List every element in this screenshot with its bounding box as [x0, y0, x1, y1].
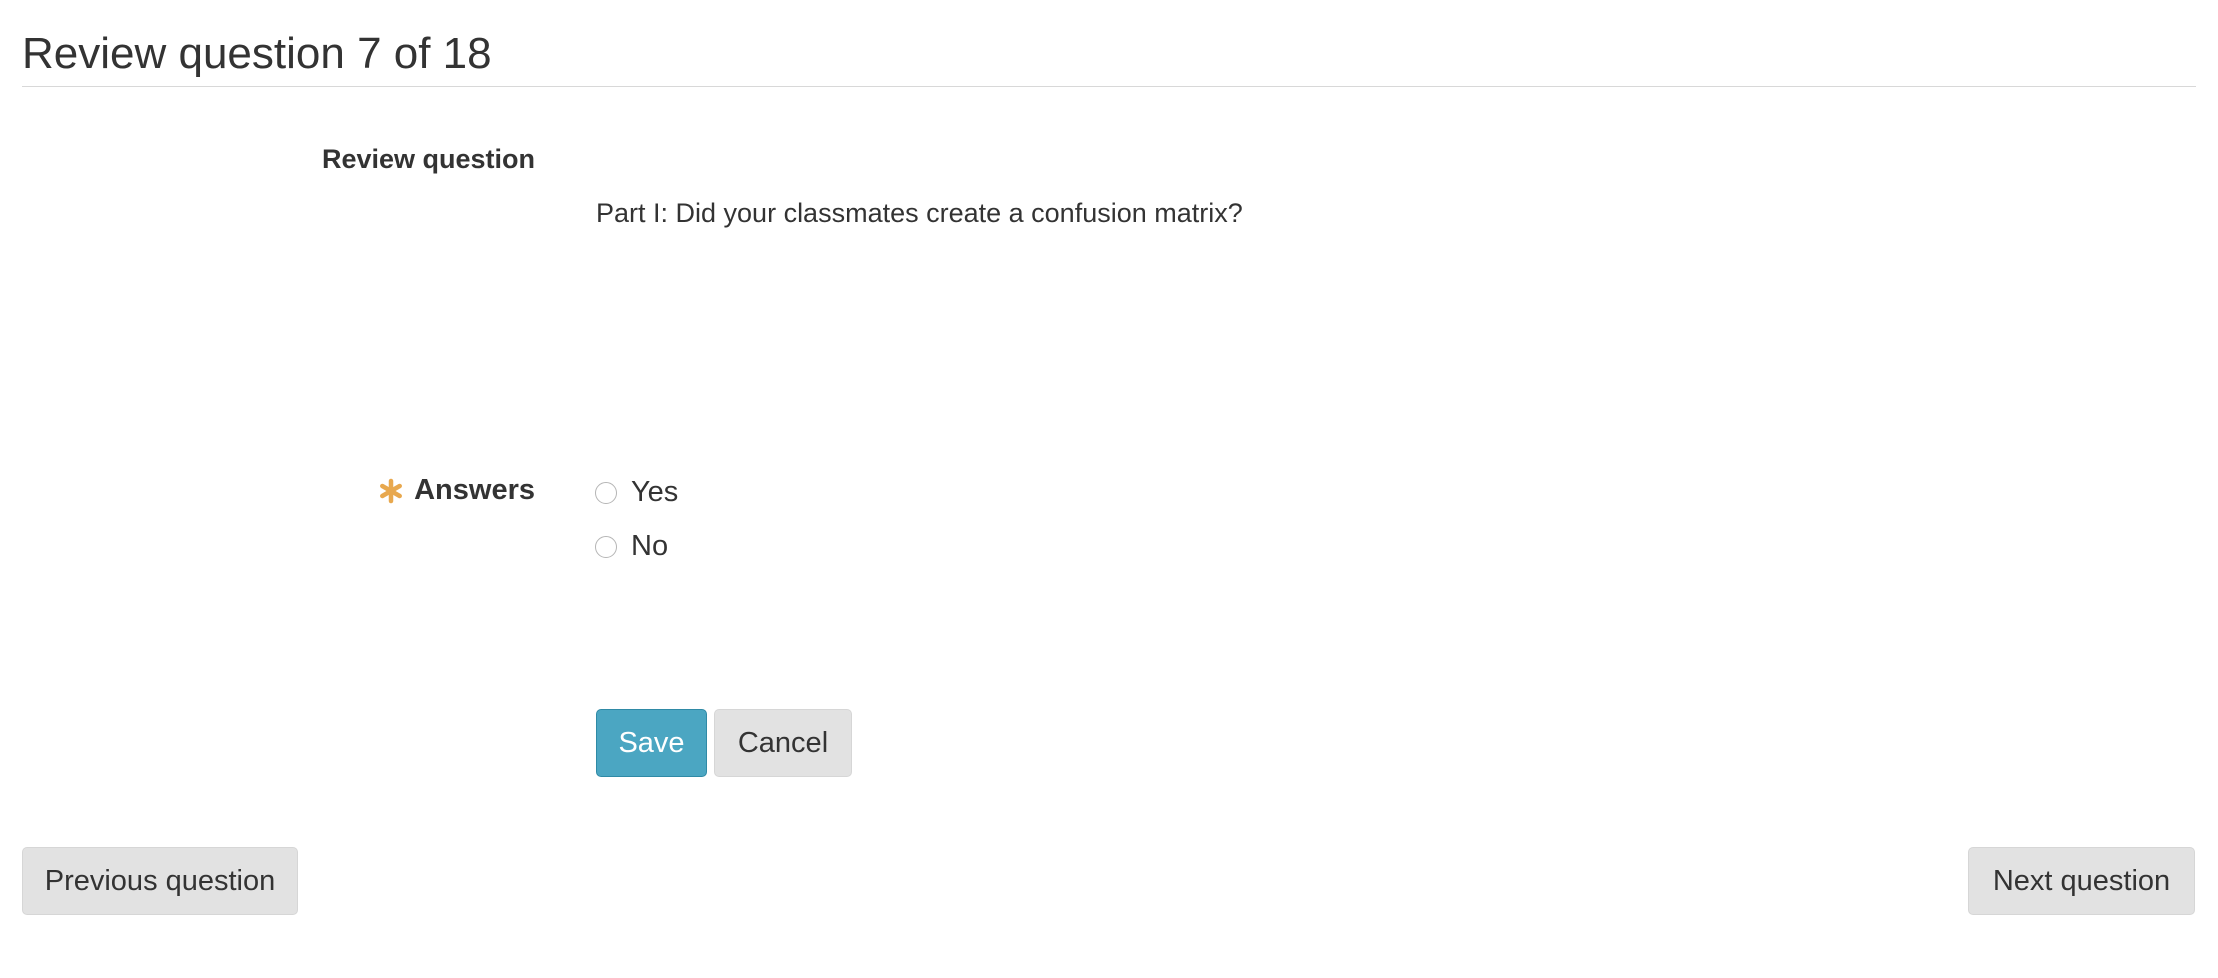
asterisk-icon — [378, 478, 404, 504]
answer-option-yes[interactable]: Yes — [595, 476, 678, 509]
title-divider — [22, 86, 2196, 87]
save-button[interactable]: Save — [596, 709, 707, 777]
answers-label: Answers — [414, 474, 535, 506]
page-title: Review question 7 of 18 — [22, 29, 492, 78]
question-text: Part I: Did your classmates create a con… — [596, 198, 1243, 228]
answers-label-group: Answers — [378, 474, 535, 507]
previous-question-button[interactable]: Previous question — [22, 847, 298, 915]
next-question-button[interactable]: Next question — [1968, 847, 2195, 915]
answer-option-label: Yes — [631, 476, 679, 508]
answer-option-no[interactable]: No — [595, 530, 668, 563]
radio-button-yes[interactable] — [595, 481, 617, 504]
review-question-label: Review question — [321, 144, 535, 174]
answer-option-label: No — [631, 530, 669, 562]
cancel-button[interactable]: Cancel — [714, 709, 852, 777]
radio-button-no[interactable] — [595, 535, 617, 558]
